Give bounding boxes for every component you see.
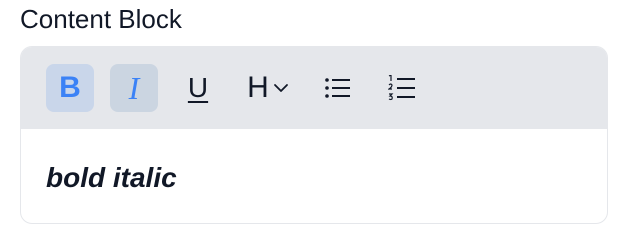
content-text: bold italic <box>46 162 177 193</box>
heading-icon: H <box>247 71 289 105</box>
numbered-list-icon <box>388 75 415 101</box>
bullet-list-icon <box>325 78 350 98</box>
editor-toolbar: B I U H <box>21 47 607 129</box>
bold-button[interactable]: B <box>46 64 94 112</box>
underline-button[interactable]: U <box>174 64 222 112</box>
rich-text-editor: B I U H bold italic <box>20 46 608 224</box>
bullet-list-button[interactable] <box>314 64 362 112</box>
italic-icon: I <box>128 70 140 106</box>
underline-icon: U <box>187 72 209 103</box>
editor-content[interactable]: bold italic <box>21 129 607 223</box>
heading-dropdown-button[interactable]: H <box>238 64 298 112</box>
heading-glyph: H <box>247 71 269 104</box>
numbered-list-button[interactable] <box>378 64 426 112</box>
field-label: Content Block <box>20 4 182 34</box>
chevron-down-icon <box>273 84 288 92</box>
bold-icon: B <box>59 71 81 104</box>
italic-button[interactable]: I <box>110 64 158 112</box>
